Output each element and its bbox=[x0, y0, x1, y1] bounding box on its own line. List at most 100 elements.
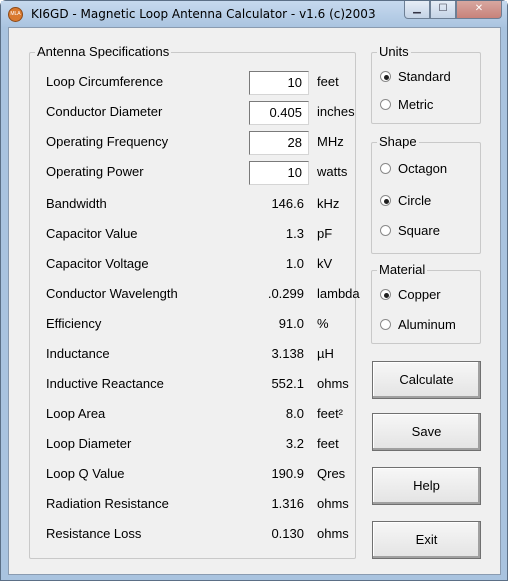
app-window: MLA KI6GD - Magnetic Loop Antenna Calcul… bbox=[0, 0, 508, 581]
radio-unselected-icon bbox=[380, 319, 391, 330]
spec-row-operating-power: Operating Power 10 watts bbox=[46, 161, 348, 185]
result-row-capacitor-value: Capacitor Value 1.3 pF bbox=[46, 224, 346, 244]
radio-unselected-icon bbox=[380, 225, 391, 236]
result-value: 8.0 bbox=[285, 406, 304, 421]
result-row-resistance-loss: Resistance Loss 0.130 ohms bbox=[46, 524, 349, 544]
result-row-loop-q-value: Loop Q Value 190.9 Qres bbox=[46, 464, 346, 484]
shape-label: Shape bbox=[377, 134, 419, 149]
result-label: Inductance bbox=[46, 346, 110, 361]
result-unit: ohms bbox=[317, 526, 349, 541]
result-row-efficiency: Efficiency 91.0 % bbox=[46, 314, 346, 334]
result-row-loop-area: Loop Area 8.0 feet² bbox=[46, 404, 346, 424]
result-label: Efficiency bbox=[46, 316, 102, 331]
result-label: Resistance Loss bbox=[46, 526, 142, 541]
spec-row-loop-circumference: Loop Circumference 10 feet bbox=[46, 71, 346, 95]
result-value: 0.130 bbox=[271, 526, 304, 541]
result-value: 3.138 bbox=[271, 346, 304, 361]
spec-unit: inches bbox=[317, 104, 355, 119]
spec-unit: watts bbox=[317, 164, 348, 179]
spec-label: Loop Circumference bbox=[46, 74, 164, 89]
result-label: Loop Q Value bbox=[46, 466, 125, 481]
radio-label: Octagon bbox=[398, 161, 448, 176]
result-label: Loop Area bbox=[46, 406, 106, 421]
result-unit: % bbox=[317, 316, 329, 331]
result-row-inductive-reactance: Inductive Reactance 552.1 ohms bbox=[46, 374, 349, 394]
result-unit: kHz bbox=[317, 196, 340, 211]
spec-unit: MHz bbox=[317, 134, 344, 149]
units-label: Units bbox=[377, 44, 411, 59]
radio-unselected-icon bbox=[380, 163, 391, 174]
result-label: Loop Diameter bbox=[46, 436, 132, 451]
result-unit: feet bbox=[317, 436, 339, 451]
antenna-specs-label: Antenna Specifications bbox=[35, 44, 172, 59]
minimize-button[interactable]: ▁ bbox=[404, 1, 430, 19]
result-value: 190.9 bbox=[271, 466, 304, 481]
radio-unselected-icon bbox=[380, 99, 391, 110]
radio-label: Metric bbox=[398, 97, 434, 112]
result-unit: kV bbox=[317, 256, 333, 271]
result-unit: Qres bbox=[317, 466, 346, 481]
result-value: .0.299 bbox=[267, 286, 304, 301]
save-button[interactable]: Save bbox=[372, 413, 481, 451]
app-icon[interactable]: MLA bbox=[8, 7, 23, 22]
exit-button[interactable]: Exit bbox=[372, 521, 481, 559]
result-value: 3.2 bbox=[285, 436, 304, 451]
spec-row-conductor-diameter: Conductor Diameter 0.405 inches bbox=[46, 101, 355, 125]
result-unit: feet² bbox=[317, 406, 344, 421]
radio-label: Circle bbox=[398, 193, 432, 208]
conductor-diameter-input[interactable]: 0.405 bbox=[249, 101, 309, 125]
result-value: 552.1 bbox=[271, 376, 304, 391]
radio-label: Aluminum bbox=[398, 317, 456, 332]
calculate-button[interactable]: Calculate bbox=[372, 361, 481, 399]
radio-label: Copper bbox=[398, 287, 441, 302]
units-group: Units Standard Metric bbox=[371, 44, 481, 124]
result-unit: ohms bbox=[317, 496, 349, 511]
material-group: Material Copper Aluminum bbox=[371, 262, 481, 344]
result-value: 1.0 bbox=[285, 256, 304, 271]
help-button[interactable]: Help bbox=[372, 467, 481, 505]
result-value: 146.6 bbox=[271, 196, 304, 211]
close-icon: ✕ bbox=[474, 3, 484, 14]
title-bar[interactable]: MLA KI6GD - Magnetic Loop Antenna Calcul… bbox=[1, 1, 507, 27]
spec-label: Operating Power bbox=[46, 164, 144, 179]
spec-row-operating-frequency: Operating Frequency 28 MHz bbox=[46, 131, 346, 155]
result-value: 1.316 bbox=[271, 496, 304, 511]
result-label: Inductive Reactance bbox=[46, 376, 164, 391]
close-button[interactable]: ✕ bbox=[456, 1, 502, 19]
maximize-icon: ☐ bbox=[438, 3, 448, 14]
minimize-icon: ▁ bbox=[413, 3, 421, 14]
operating-power-input[interactable]: 10 bbox=[249, 161, 309, 185]
result-label: Radiation Resistance bbox=[46, 496, 169, 511]
radio-selected-icon bbox=[380, 195, 391, 206]
client-area: Antenna Specifications Loop Circumferenc… bbox=[8, 27, 501, 575]
result-row-conductor-wavelength: Conductor Wavelength .0.299 lambda bbox=[46, 284, 360, 304]
spec-unit: feet bbox=[317, 74, 339, 89]
result-label: Bandwidth bbox=[46, 196, 107, 211]
radio-label: Standard bbox=[398, 69, 451, 84]
radio-selected-icon bbox=[380, 289, 391, 300]
material-label: Material bbox=[377, 262, 428, 277]
loop-circumference-input[interactable]: 10 bbox=[249, 71, 309, 95]
result-unit: µH bbox=[317, 346, 334, 361]
result-unit: lambda bbox=[317, 286, 360, 301]
maximize-button[interactable]: ☐ bbox=[430, 1, 456, 19]
result-label: Capacitor Value bbox=[46, 226, 138, 241]
result-label: Conductor Wavelength bbox=[46, 286, 178, 301]
result-value: 91.0 bbox=[278, 316, 304, 331]
spec-label: Conductor Diameter bbox=[46, 104, 163, 119]
result-unit: pF bbox=[317, 226, 333, 241]
spec-label: Operating Frequency bbox=[46, 134, 169, 149]
result-value: 1.3 bbox=[285, 226, 304, 241]
radio-label: Square bbox=[398, 223, 440, 238]
result-unit: ohms bbox=[317, 376, 349, 391]
result-row-bandwidth: Bandwidth 146.6 kHz bbox=[46, 194, 346, 214]
result-row-capacitor-voltage: Capacitor Voltage 1.0 kV bbox=[46, 254, 346, 274]
operating-frequency-input[interactable]: 28 bbox=[249, 131, 309, 155]
shape-group: Shape Octagon Circle Square bbox=[371, 134, 481, 254]
result-row-radiation-resistance: Radiation Resistance 1.316 ohms bbox=[46, 494, 349, 514]
result-row-loop-diameter: Loop Diameter 3.2 feet bbox=[46, 434, 346, 454]
result-label: Capacitor Voltage bbox=[46, 256, 149, 271]
result-row-inductance: Inductance 3.138 µH bbox=[46, 344, 346, 364]
radio-selected-icon bbox=[380, 71, 391, 82]
window-title: KI6GD - Magnetic Loop Antenna Calculator… bbox=[31, 7, 376, 21]
